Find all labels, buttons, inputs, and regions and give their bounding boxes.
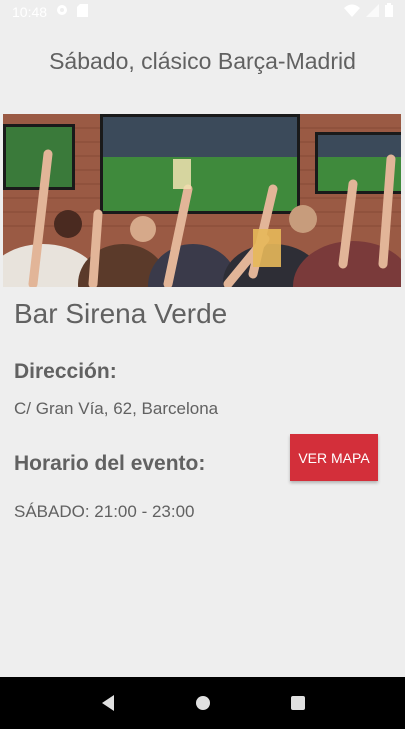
venue-name: Bar Sirena Verde (14, 298, 228, 329)
system-nav-bar (0, 677, 405, 729)
address-value: C/ Gran Vía, 62, Barcelona (14, 399, 219, 418)
status-time: 10:48 (12, 4, 48, 20)
schedule-value: SÁBADO: 21:00 - 23:00 (14, 502, 195, 521)
home-icon[interactable] (188, 688, 218, 718)
venue-photo (3, 114, 401, 287)
schedule-label: Horario del evento: (14, 452, 206, 475)
page-title: Sábado, clásico Barça-Madrid (49, 48, 356, 74)
status-bar: 10:48 (0, 0, 405, 24)
wifi-icon (344, 4, 360, 21)
signal-icon (366, 3, 379, 21)
recents-icon[interactable] (283, 688, 313, 718)
back-icon[interactable] (93, 688, 123, 718)
view-map-button[interactable]: VER MAPA (290, 434, 378, 481)
battery-icon (385, 3, 393, 21)
gear-icon (55, 3, 69, 21)
sd-card-icon (77, 3, 89, 21)
address-label: Dirección: (14, 360, 117, 383)
